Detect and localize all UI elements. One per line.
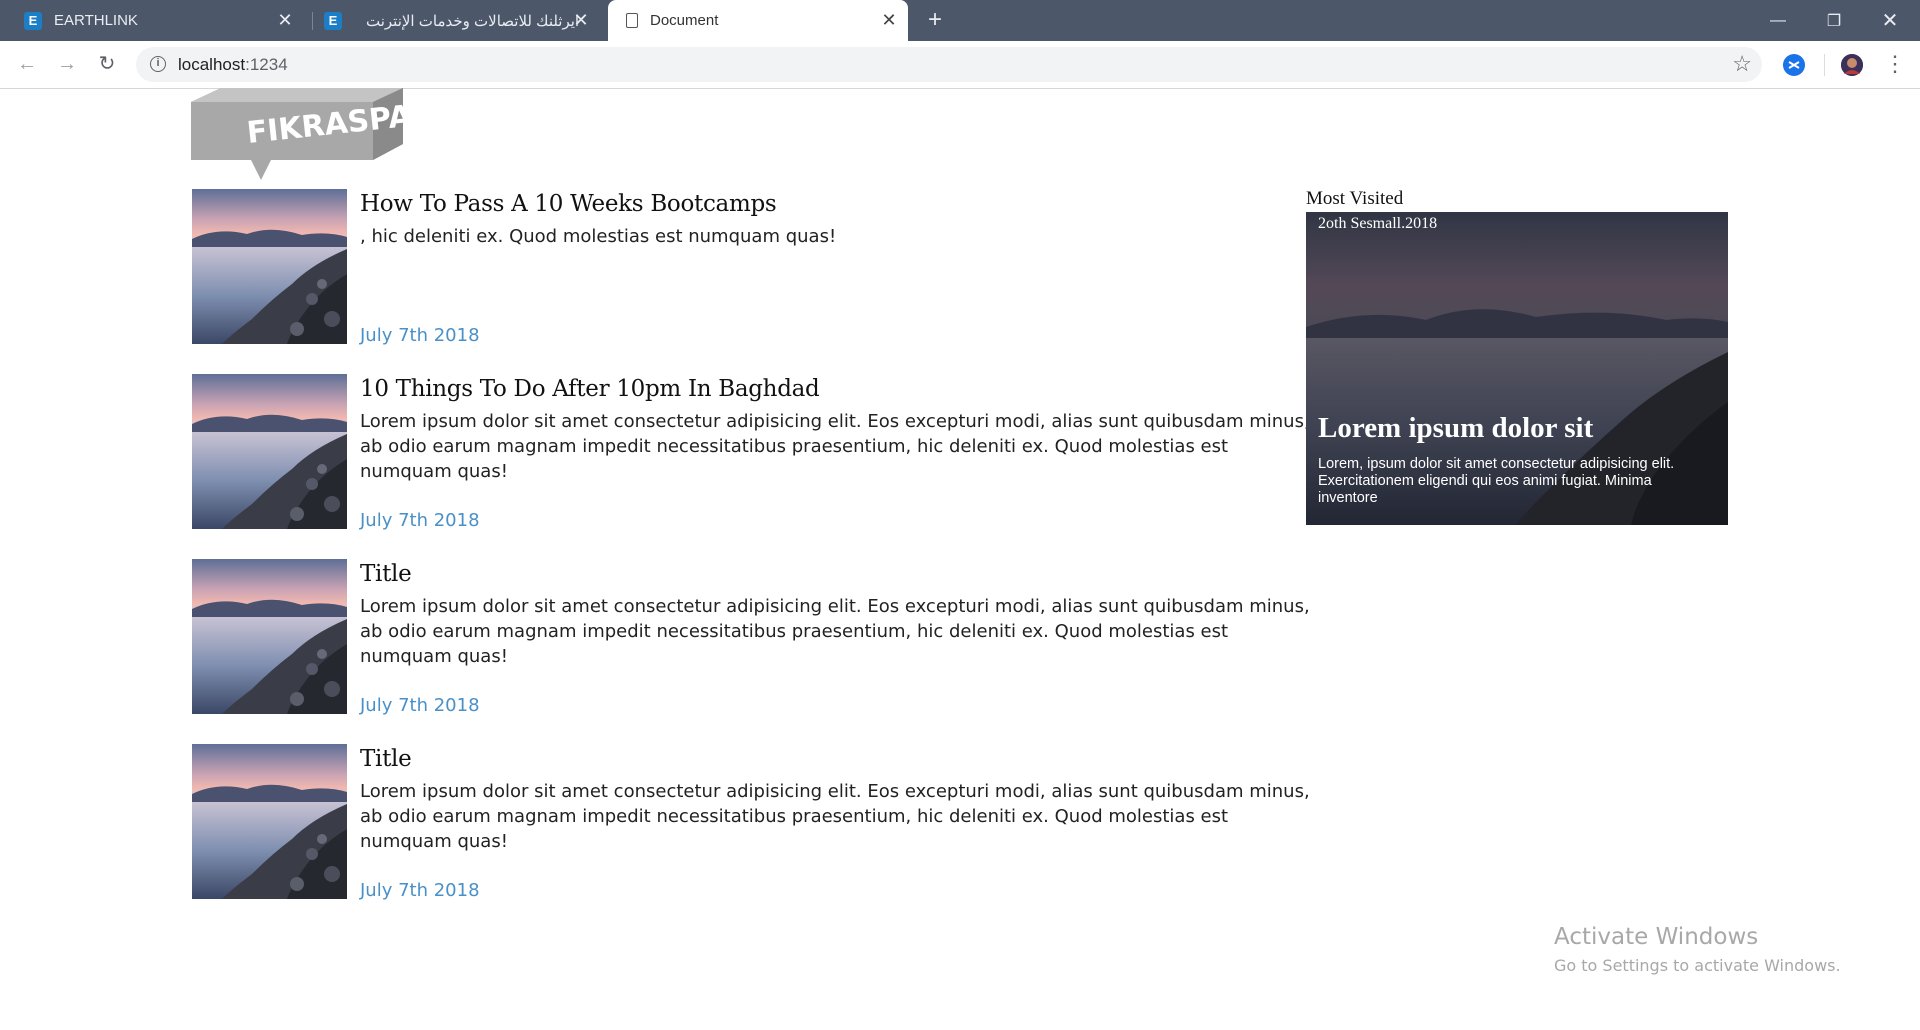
post-title[interactable]: Title	[360, 746, 412, 772]
url-text: localhost:1234	[178, 55, 288, 75]
featured-post-title[interactable]: Lorem ipsum dolor sit	[1318, 412, 1593, 445]
post-date-link[interactable]: July 7th 2018	[360, 325, 480, 346]
close-tab-icon[interactable]: ✕	[880, 11, 898, 29]
close-tab-icon[interactable]: ✕	[572, 11, 590, 29]
tab-earthlink[interactable]: E EARTHLINK ✕	[24, 0, 304, 41]
reload-icon[interactable]: ↻	[94, 51, 120, 77]
toolbar-divider	[1824, 54, 1825, 76]
post-excerpt: Lorem ipsum dolor sit amet consectetur a…	[360, 411, 1310, 482]
menu-kebab-icon[interactable]: ⋮	[1882, 51, 1908, 77]
post-date-link[interactable]: July 7th 2018	[360, 695, 480, 716]
post-excerpt: Lorem ipsum dolor sit amet consectetur a…	[360, 781, 1310, 852]
post-item[interactable]: 10 Things To Do After 10pm In Baghdad Lo…	[192, 374, 1312, 531]
browser-tab-bar: E EARTHLINK ✕ E ايرثلنك للاتصالات وخدمات…	[0, 0, 1920, 41]
earthlink-favicon-icon: E	[24, 11, 42, 30]
featured-post-card[interactable]: 2oth Sesmall.2018 Lorem ipsum dolor sit …	[1306, 212, 1728, 525]
extension-icon[interactable]	[1783, 54, 1805, 76]
watermark-subtitle: Go to Settings to activate Windows.	[1554, 956, 1841, 975]
post-item[interactable]: How To Pass A 10 Weeks Bootcamps , hic d…	[192, 189, 1312, 346]
bookmark-star-icon[interactable]: ☆	[1732, 51, 1752, 77]
post-title[interactable]: 10 Things To Do After 10pm In Baghdad	[360, 376, 820, 402]
url-port: :1234	[245, 55, 288, 74]
minimize-button[interactable]: —	[1750, 0, 1806, 41]
tab-earthlink-arabic[interactable]: E ايرثلنك للاتصالات وخدمات الإنترنت ✕	[324, 0, 600, 41]
activate-windows-watermark: Activate Windows Go to Settings to activ…	[1554, 924, 1841, 975]
post-item[interactable]: Title Lorem ipsum dolor sit amet consect…	[192, 744, 1312, 901]
post-title[interactable]: Title	[360, 561, 412, 587]
earthlink-favicon-icon: E	[324, 11, 342, 30]
watermark-title: Activate Windows	[1554, 924, 1759, 950]
featured-post-description: Lorem, ipsum dolor sit amet consectetur …	[1318, 456, 1675, 506]
tab-document[interactable]: Document ✕	[608, 0, 908, 41]
forward-arrow-icon[interactable]: →	[54, 51, 80, 77]
post-excerpt: , hic deleniti ex. Quod molestias est nu…	[360, 226, 837, 247]
post-thumbnail[interactable]	[192, 559, 347, 714]
post-item[interactable]: Title Lorem ipsum dolor sit amet consect…	[192, 559, 1312, 716]
address-bar[interactable]: i localhost:1234 ☆	[136, 47, 1762, 82]
tab-label: ايرثلنك للاتصالات وخدمات الإنترنت	[366, 12, 580, 30]
back-arrow-icon[interactable]: ←	[14, 51, 40, 77]
tab-label: Document	[650, 12, 719, 29]
post-thumbnail[interactable]	[192, 374, 347, 529]
new-tab-button[interactable]: +	[922, 8, 948, 34]
featured-post-date: 2oth Sesmall.2018	[1318, 215, 1438, 232]
most-visited-heading: Most Visited	[1306, 188, 1404, 209]
document-icon	[626, 13, 638, 28]
post-date-link[interactable]: July 7th 2018	[360, 510, 480, 531]
tab-divider	[312, 12, 313, 30]
close-tab-icon[interactable]: ✕	[276, 11, 294, 29]
close-window-button[interactable]: ✕	[1862, 0, 1918, 41]
post-thumbnail[interactable]	[192, 189, 347, 344]
restore-button[interactable]: ❐	[1806, 0, 1862, 41]
post-excerpt: Lorem ipsum dolor sit amet consectetur a…	[360, 596, 1310, 667]
fikraspace-logo[interactable]: FIKRASPACE	[191, 88, 455, 184]
post-thumbnail[interactable]	[192, 744, 347, 899]
browser-toolbar: ← → ↻ i localhost:1234 ☆ ⋮	[0, 41, 1920, 89]
tab-label: EARTHLINK	[54, 12, 138, 29]
post-title[interactable]: How To Pass A 10 Weeks Bootcamps	[360, 191, 777, 217]
url-host: localhost	[178, 55, 246, 74]
site-info-icon[interactable]: i	[150, 56, 166, 72]
profile-avatar[interactable]	[1841, 54, 1863, 76]
post-date-link[interactable]: July 7th 2018	[360, 880, 480, 901]
